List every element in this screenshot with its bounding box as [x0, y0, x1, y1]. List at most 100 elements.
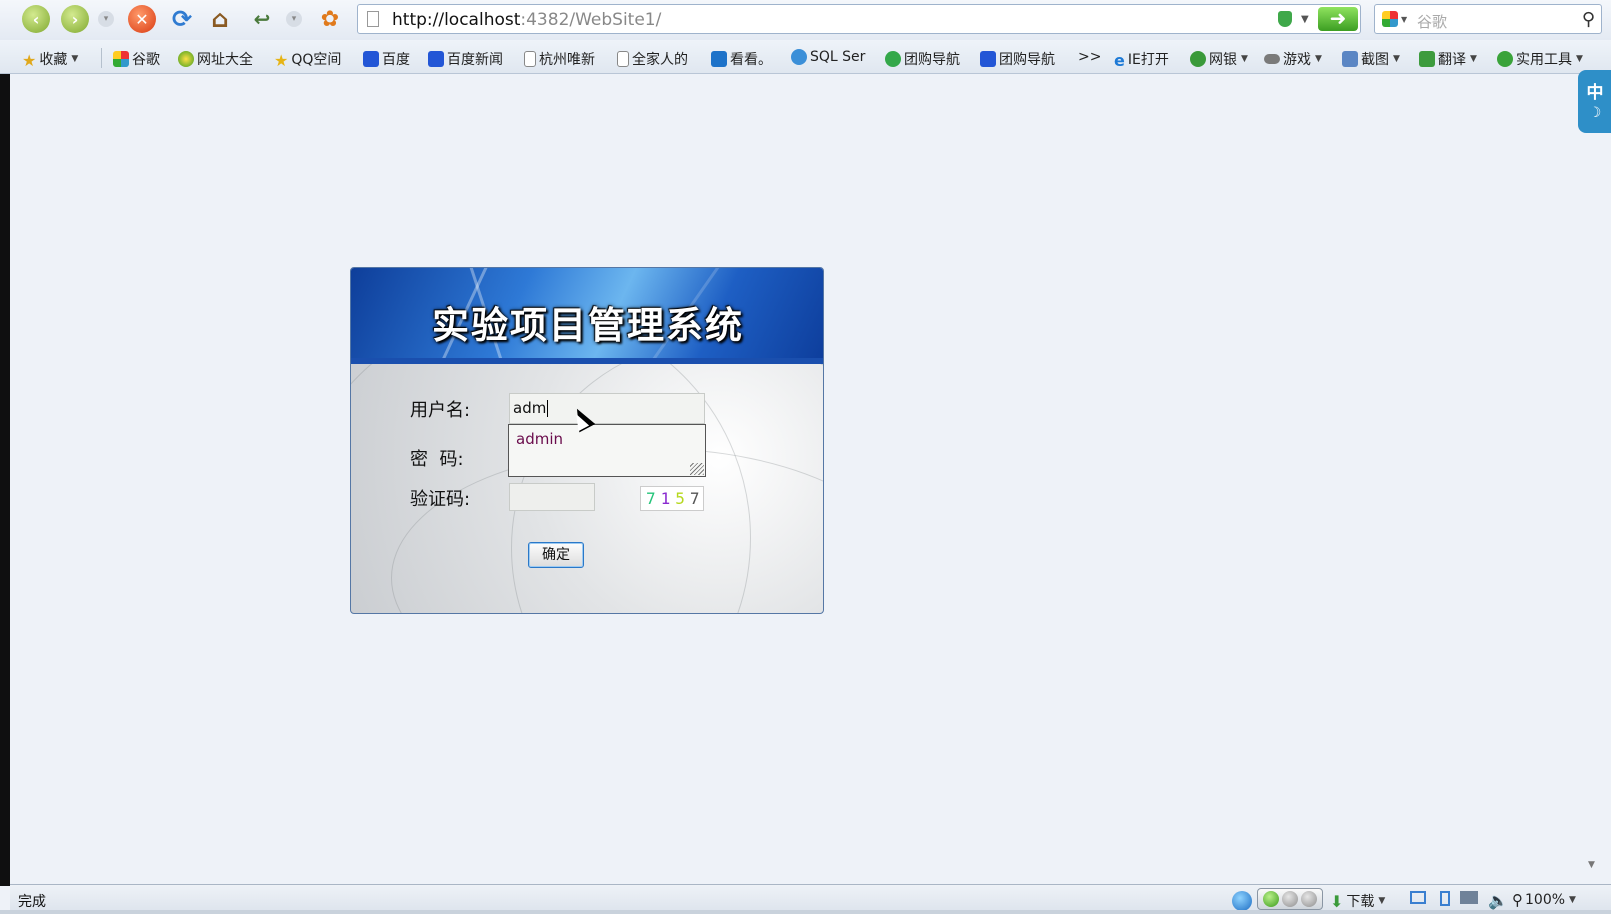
- refresh-button[interactable]: ⟳: [168, 5, 196, 33]
- ime-toggle[interactable]: 中 ☽: [1578, 70, 1611, 133]
- username-input[interactable]: adm: [509, 393, 705, 424]
- fav-item-baidu-news[interactable]: 百度新闻: [428, 49, 503, 69]
- fav-item-sql[interactable]: SQL Ser: [791, 49, 865, 65]
- zoom-control[interactable]: ⚲ 100% ▼: [1512, 891, 1576, 909]
- submit-button[interactable]: 确定: [528, 542, 584, 568]
- download-icon: ⬇: [1330, 891, 1344, 911]
- go-button[interactable]: ➜: [1318, 7, 1358, 31]
- banner-stripe: [351, 358, 823, 364]
- browser-toolbar: ‹ › ▾ ✕ ⟳ ⌂ ↩ ▾ ✿ http://localhost:4382/…: [0, 0, 1611, 40]
- text-caret: [547, 400, 549, 417]
- star-icon: ★: [274, 51, 289, 70]
- menu-dropdown-icon[interactable]: ▾: [286, 11, 302, 27]
- fav-item-kankan[interactable]: 看看。: [711, 49, 772, 69]
- fav-item-google[interactable]: 谷歌: [113, 49, 160, 69]
- fav-item-portal[interactable]: 网址大全: [178, 49, 253, 69]
- sql-icon: [791, 49, 807, 65]
- fav-item-tuan-2[interactable]: 团购导航: [980, 49, 1055, 69]
- baidu-paw-icon: [980, 51, 996, 67]
- status-dot: [1281, 891, 1298, 907]
- captcha-image[interactable]: 7157: [640, 486, 704, 511]
- page-icon: [367, 11, 379, 27]
- page-icon: [524, 51, 536, 67]
- fav-item-hangzhou[interactable]: 杭州唯新: [524, 49, 595, 69]
- status-dot-on: [1262, 891, 1279, 907]
- favorites-menu[interactable]: ★ 收藏 ▼: [22, 49, 79, 70]
- window-edge: [0, 74, 10, 886]
- chevron-down-icon: ▼: [1378, 896, 1386, 906]
- chevron-down-icon: ▼: [71, 54, 79, 64]
- login-panel: 实验项目管理系统 用户名: adm admin 密 码: 验证码: 7157 确…: [350, 267, 824, 614]
- ie-icon: e: [1114, 51, 1125, 70]
- portal-icon: [178, 51, 194, 67]
- home-button[interactable]: ⌂: [206, 5, 234, 33]
- address-dropdown-icon[interactable]: ▼: [1301, 14, 1309, 25]
- favorites-bar: ★ 收藏 ▼ 谷歌 网址大全 ★ QQ空间 百度 百度新闻 杭州唯新 全家人的 看看。…: [0, 40, 1611, 74]
- download-button[interactable]: ⬇ 下载 ▼: [1330, 891, 1385, 911]
- fav-item-family[interactable]: 全家人的: [617, 49, 688, 69]
- autocomplete-item[interactable]: admin: [516, 430, 563, 448]
- status-dot: [1301, 891, 1318, 907]
- fav-item-games[interactable]: 游戏 ▼: [1264, 49, 1322, 69]
- google-icon[interactable]: [1382, 11, 1398, 27]
- login-banner: 实验项目管理系统: [351, 268, 823, 364]
- security-shield-icon[interactable]: [1278, 11, 1292, 27]
- search-icon[interactable]: ⚲: [1582, 9, 1595, 30]
- search-engine-dropdown-icon[interactable]: ▼: [1401, 15, 1407, 24]
- status-text: 完成: [18, 894, 46, 910]
- history-dropdown-icon[interactable]: ▾: [98, 11, 114, 27]
- google-icon: [113, 51, 129, 67]
- username-value: adm: [513, 399, 547, 417]
- monitor-icon[interactable]: [1460, 891, 1478, 904]
- taskbar-edge: [0, 910, 1611, 914]
- fav-item-screenshot[interactable]: 截图 ▼: [1342, 49, 1400, 69]
- bank-icon: [1190, 51, 1206, 67]
- scroll-down-icon[interactable]: ▼: [1588, 860, 1595, 870]
- captcha-input[interactable]: [509, 483, 595, 511]
- resize-grip-icon[interactable]: [690, 463, 704, 475]
- back-button[interactable]: ‹: [22, 5, 50, 33]
- baidu-paw-button[interactable]: ✿: [316, 5, 344, 33]
- ime-mode-label: 中: [1586, 83, 1604, 103]
- fav-item-baidu[interactable]: 百度: [363, 49, 410, 69]
- fav-item-translate[interactable]: 翻译 ▼: [1419, 49, 1477, 69]
- page-icon: [617, 51, 629, 67]
- autocomplete-dropdown: admin: [508, 424, 706, 477]
- chevron-down-icon: ▼: [1315, 54, 1322, 64]
- translate-icon: [1419, 51, 1435, 67]
- fav-item-tuan-1[interactable]: 团购导航: [885, 49, 960, 69]
- speaker-icon[interactable]: 🔈: [1488, 891, 1508, 910]
- captcha-char: 7: [646, 489, 661, 508]
- captcha-char: 5: [675, 489, 690, 508]
- more-favorites-button[interactable]: >>: [1078, 49, 1101, 65]
- moon-icon: ☽: [1588, 105, 1602, 121]
- restore-page-button[interactable]: ↩: [248, 5, 276, 33]
- stop-button[interactable]: ✕: [128, 5, 156, 33]
- search-input[interactable]: 谷歌: [1417, 11, 1447, 32]
- address-bar[interactable]: http://localhost:4382/WebSite1/ ▼ ➜: [357, 4, 1361, 34]
- chevron-down-icon: ▼: [1241, 54, 1248, 64]
- zoom-icon: ⚲: [1512, 891, 1523, 909]
- window-icon[interactable]: [1410, 891, 1426, 904]
- fav-item-ie[interactable]: e IE打开: [1114, 49, 1169, 70]
- baidu-paw-icon: [363, 51, 379, 67]
- fav-item-bank[interactable]: 网银 ▼: [1190, 49, 1248, 69]
- forward-button[interactable]: ›: [61, 5, 89, 33]
- captcha-label: 验证码:: [410, 489, 471, 510]
- star-icon: ★: [22, 51, 37, 70]
- address-text[interactable]: http://localhost:4382/WebSite1/: [392, 10, 661, 30]
- username-label: 用户名:: [410, 400, 471, 421]
- baidu-paw-icon: [428, 51, 444, 67]
- accelerator-toggle[interactable]: [1257, 888, 1323, 910]
- gamepad-icon: [1264, 54, 1280, 64]
- fav-item-qzone[interactable]: ★ QQ空间: [274, 49, 341, 70]
- tuan-icon: [885, 51, 901, 67]
- fav-item-tools[interactable]: 实用工具 ▼: [1497, 49, 1583, 69]
- search-box[interactable]: ▼ 谷歌 ⚲: [1374, 4, 1602, 34]
- plus-icon: [1497, 51, 1513, 67]
- document-icon[interactable]: [1440, 891, 1450, 906]
- globe-plus-icon[interactable]: [1232, 891, 1252, 911]
- chevron-down-icon: ▼: [1576, 54, 1583, 64]
- chevron-down-icon: ▼: [1470, 54, 1477, 64]
- system-title: 实验项目管理系统: [432, 303, 744, 347]
